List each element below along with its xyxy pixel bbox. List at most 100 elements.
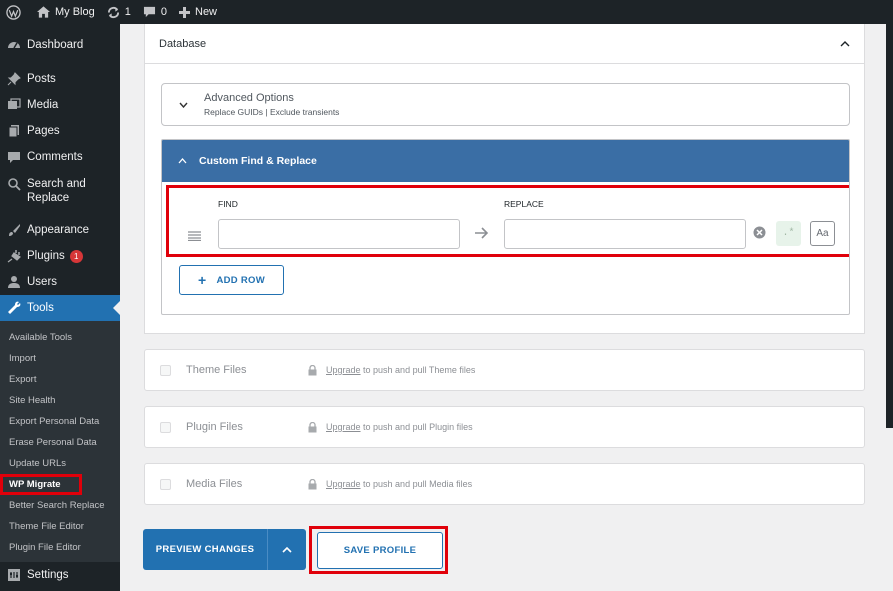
sidebar-item-label: Pages xyxy=(27,125,60,137)
regex-toggle-button[interactable]: .* xyxy=(776,221,801,246)
submenu-item-export-personal-data[interactable]: Export Personal Data xyxy=(0,411,120,432)
home-icon xyxy=(37,6,50,18)
submenu-item-better-search-replace[interactable]: Better Search Replace xyxy=(0,495,120,516)
sidebar-item-comments[interactable]: Comments xyxy=(0,144,120,170)
sidebar-item-label: Search and Replace xyxy=(27,178,86,204)
database-panel: Database Advanced Options Replace GUIDs … xyxy=(144,24,865,334)
custom-find-replace-header[interactable]: Custom Find & Replace xyxy=(162,140,849,182)
submenu-item-available-tools[interactable]: Available Tools xyxy=(0,327,120,348)
search-icon xyxy=(7,177,21,191)
advanced-options-title: Advanced Options xyxy=(204,92,294,104)
sidebar-item-dashboard[interactable]: Dashboard xyxy=(0,32,120,58)
new-content-link[interactable]: New xyxy=(173,0,223,24)
lock-icon xyxy=(308,421,317,433)
custom-find-replace-section: Custom Find & Replace FIND REPLACE .* Aa xyxy=(161,139,850,315)
add-row-button[interactable]: + ADD ROW xyxy=(179,265,284,295)
plugin-files-checkbox[interactable] xyxy=(160,421,171,433)
sidebar-item-plugins[interactable]: Plugins 1 xyxy=(0,243,120,269)
media-files-upgrade-text: to push and pull Media files xyxy=(360,479,473,489)
sidebar-item-media[interactable]: Media xyxy=(0,92,120,118)
chevron-down-icon xyxy=(162,102,204,108)
theme-files-title: Theme Files xyxy=(186,364,247,376)
settings-icon xyxy=(7,568,21,582)
media-files-panel: Media Files Upgrade to push and pull Med… xyxy=(144,463,865,505)
arrow-right-icon xyxy=(474,226,489,244)
save-profile-button[interactable]: SAVE PROFILE xyxy=(317,532,443,569)
comment-icon xyxy=(7,150,21,164)
comments-count: 0 xyxy=(160,6,167,18)
sidebar-item-pages[interactable]: Pages xyxy=(0,118,120,144)
admin-sidebar: Dashboard Posts Media Pages Comments Sea… xyxy=(0,24,120,591)
pin-icon xyxy=(7,72,21,86)
plugin-files-upgrade-link[interactable]: Upgrade xyxy=(326,422,361,432)
theme-files-checkbox[interactable] xyxy=(160,364,171,376)
pages-icon xyxy=(7,124,21,138)
preview-changes-button[interactable]: PREVIEW CHANGES xyxy=(143,529,306,570)
media-files-checkbox[interactable] xyxy=(160,478,171,490)
user-icon xyxy=(7,275,21,289)
new-label: New xyxy=(195,6,218,18)
chevron-up-icon[interactable] xyxy=(268,546,306,553)
sidebar-item-label: Media xyxy=(27,99,59,111)
database-panel-header[interactable]: Database xyxy=(145,24,864,64)
wordpress-logo[interactable] xyxy=(0,0,27,24)
media-icon xyxy=(7,98,21,112)
media-files-upgrade-link[interactable]: Upgrade xyxy=(326,479,361,489)
submenu-item-wp-migrate[interactable]: WP Migrate xyxy=(0,474,82,495)
theme-files-upgrade-text: to push and pull Theme files xyxy=(360,365,476,375)
sidebar-item-label: Users xyxy=(27,276,58,288)
sidebar-item-label: Comments xyxy=(27,151,83,163)
tools-submenu: Available Tools Import Export Site Healt… xyxy=(0,321,120,562)
sidebar-item-users[interactable]: Users xyxy=(0,269,120,295)
case-sensitive-toggle-button[interactable]: Aa xyxy=(810,221,835,246)
submenu-item-erase-personal-data[interactable]: Erase Personal Data xyxy=(0,432,120,453)
advanced-options-toggle[interactable]: Advanced Options Replace GUIDs | Exclude… xyxy=(161,83,850,126)
media-files-title: Media Files xyxy=(186,478,243,490)
main-content: Database Advanced Options Replace GUIDs … xyxy=(120,24,893,591)
database-title: Database xyxy=(159,37,207,50)
sidebar-item-label: Settings xyxy=(27,569,69,581)
theme-files-panel: Theme Files Upgrade to push and pull The… xyxy=(144,349,865,391)
replace-label: REPLACE xyxy=(504,199,544,209)
updates-count: 1 xyxy=(124,6,131,18)
brush-icon xyxy=(7,223,21,237)
chevron-up-icon[interactable] xyxy=(840,40,850,47)
sidebar-item-search-and-replace[interactable]: Search and Replace xyxy=(0,170,120,210)
find-input[interactable] xyxy=(218,219,460,249)
submenu-item-export[interactable]: Export xyxy=(0,369,120,390)
plugins-update-badge: 1 xyxy=(69,249,83,263)
find-label: FIND xyxy=(218,199,238,209)
add-row-label: ADD ROW xyxy=(216,274,266,286)
dashboard-icon xyxy=(7,38,21,52)
find-replace-row: FIND REPLACE .* Aa xyxy=(166,185,849,257)
sidebar-item-tools[interactable]: Tools xyxy=(0,295,120,321)
drag-handle-icon[interactable] xyxy=(188,228,201,246)
plus-icon: + xyxy=(197,272,207,288)
site-name-link[interactable]: My Blog xyxy=(31,0,101,24)
sidebar-item-settings[interactable]: Settings xyxy=(0,562,120,588)
chevron-up-icon xyxy=(178,158,187,164)
submenu-item-update-urls[interactable]: Update URLs xyxy=(0,453,120,474)
sidebar-item-label: Plugins xyxy=(27,250,65,262)
admin-bar: My Blog 1 0 New xyxy=(0,0,893,24)
preview-changes-label: PREVIEW CHANGES xyxy=(143,529,268,570)
submenu-item-site-health[interactable]: Site Health xyxy=(0,390,120,411)
submenu-item-theme-file-editor[interactable]: Theme File Editor xyxy=(0,516,120,537)
sidebar-item-label: Appearance xyxy=(27,224,90,236)
submenu-item-plugin-file-editor[interactable]: Plugin File Editor xyxy=(0,537,120,558)
plugin-icon xyxy=(7,249,21,263)
site-name: My Blog xyxy=(55,6,95,18)
sidebar-item-appearance[interactable]: Appearance xyxy=(0,217,120,243)
plugin-files-panel: Plugin Files Upgrade to push and pull Pl… xyxy=(144,406,865,448)
advanced-options-summary: Replace GUIDs | Exclude transients xyxy=(204,107,340,117)
plus-icon xyxy=(179,6,190,18)
updates-link[interactable]: 1 xyxy=(101,0,137,24)
comments-link[interactable]: 0 xyxy=(137,0,173,24)
replace-input[interactable] xyxy=(504,219,746,249)
theme-files-upgrade-link[interactable]: Upgrade xyxy=(326,365,361,375)
lock-icon xyxy=(308,364,317,376)
sidebar-item-label: Dashboard xyxy=(27,39,84,51)
sidebar-item-posts[interactable]: Posts xyxy=(0,66,120,92)
clear-row-icon[interactable] xyxy=(753,226,766,244)
submenu-item-import[interactable]: Import xyxy=(0,348,120,369)
